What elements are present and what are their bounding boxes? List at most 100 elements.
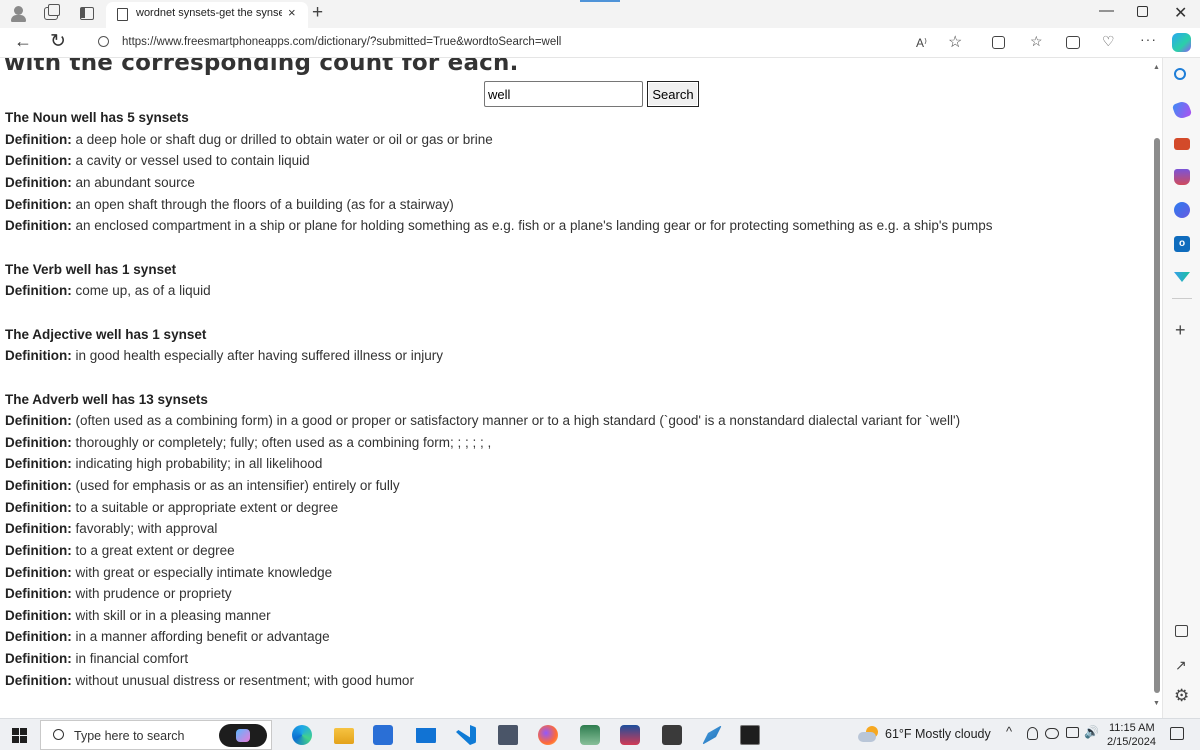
- weather-text[interactable]: 61°F Mostly cloudy: [885, 727, 991, 741]
- firefox-app-icon[interactable]: [538, 725, 558, 745]
- section-title-adverb: The Adverb well has 13 synsets: [5, 392, 208, 407]
- edge-sidebar: o + ↗ ⚙: [1162, 58, 1200, 718]
- edge-app-icon[interactable]: [292, 725, 312, 745]
- definition-label: Definition:: [5, 348, 72, 363]
- mail-app-icon[interactable]: [416, 728, 436, 743]
- page-icon: [117, 8, 128, 21]
- add-favorite-icon[interactable]: ☆: [948, 32, 962, 52]
- definition-line: Definition: with skill or in a pleasing …: [5, 608, 271, 623]
- sidebar-hide-icon[interactable]: [1175, 625, 1188, 637]
- definition-label: Definition:: [5, 543, 72, 558]
- page-scrollbar[interactable]: ▲ ▼: [1152, 58, 1162, 718]
- favorites-icon[interactable]: ☆: [1030, 33, 1043, 50]
- definition-label: Definition:: [5, 478, 72, 493]
- taskbar-search-box[interactable]: Type here to search: [40, 720, 272, 750]
- definition-label: Definition:: [5, 413, 72, 428]
- definition-text: to a great extent or degree: [75, 543, 235, 558]
- sidebar-games-icon[interactable]: [1174, 169, 1190, 185]
- sidebar-microsoft365-icon[interactable]: [1174, 202, 1190, 218]
- definition-line: Definition: to a great extent or degree: [5, 543, 235, 558]
- page-intro-heading: with the corresponding count for each.: [4, 58, 519, 76]
- collections-icon[interactable]: [1066, 36, 1080, 49]
- search-highlight-icon[interactable]: [219, 724, 267, 747]
- weather-partly-cloudy-icon[interactable]: [858, 726, 878, 742]
- definition-label: Definition:: [5, 197, 72, 212]
- definition-text: with skill or in a pleasing manner: [75, 608, 271, 623]
- sidebar-open-external-icon[interactable]: ↗: [1175, 657, 1187, 674]
- search-button[interactable]: Search: [647, 81, 699, 107]
- tab-title: wordnet synsets-get the synsets: [136, 7, 282, 19]
- definition-text: with great or especially intimate knowle…: [75, 565, 333, 580]
- notifications-icon[interactable]: [1170, 727, 1184, 740]
- sidebar-tools-icon[interactable]: [1174, 138, 1190, 150]
- remote-desktop-icon[interactable]: [498, 725, 518, 745]
- clock-time[interactable]: 11:15 AM: [1109, 722, 1155, 734]
- tab-actions-icon[interactable]: [80, 7, 94, 20]
- new-tab-button[interactable]: +: [312, 2, 323, 24]
- sidebar-search-icon[interactable]: [1174, 68, 1186, 80]
- pen-app-icon[interactable]: [702, 725, 722, 745]
- definition-label: Definition:: [5, 651, 72, 666]
- definition-text: an enclosed compartment in a ship or pla…: [75, 218, 993, 233]
- definition-line: Definition: with prudence or propriety: [5, 586, 232, 601]
- definition-text: a cavity or vessel used to contain liqui…: [75, 153, 310, 168]
- definition-line: Definition: with great or especially int…: [5, 565, 332, 580]
- tab-close-icon[interactable]: ×: [288, 5, 296, 20]
- restore-button[interactable]: [1137, 6, 1148, 17]
- address-bar[interactable]: https://www.freesmartphoneapps.com/dicti…: [122, 36, 561, 48]
- sidebar-settings-icon[interactable]: ⚙: [1174, 686, 1189, 706]
- sidebar-add-icon[interactable]: +: [1175, 320, 1186, 341]
- scroll-up-arrow-icon[interactable]: ▲: [1153, 64, 1160, 71]
- refresh-button[interactable]: ↻: [50, 30, 66, 53]
- definition-text: in good health especially after having s…: [75, 348, 443, 363]
- definition-line: Definition: an enclosed compartment in a…: [5, 218, 992, 233]
- taskbar-search-placeholder: Type here to search: [74, 729, 185, 743]
- definition-text: an open shaft through the floors of a bu…: [75, 197, 454, 212]
- clock-date[interactable]: 2/15/2024: [1107, 736, 1156, 748]
- start-button-windows-icon[interactable]: [12, 728, 27, 743]
- minimize-button[interactable]: —: [1099, 2, 1114, 19]
- read-aloud-icon[interactable]: A⁾: [916, 36, 927, 50]
- volume-icon[interactable]: 🔊: [1084, 725, 1099, 739]
- definition-label: Definition:: [5, 283, 72, 298]
- close-window-button[interactable]: ✕: [1174, 3, 1187, 23]
- definition-line: Definition: come up, as of a liquid: [5, 283, 211, 298]
- search-icon: [53, 729, 64, 740]
- tray-app-icon[interactable]: [1027, 727, 1038, 740]
- vscode-app-icon[interactable]: [456, 725, 476, 745]
- taskbar: Type here to search 61°F Mostly cloudy ^…: [0, 718, 1200, 750]
- camera-app-icon[interactable]: [662, 725, 682, 745]
- definition-label: Definition:: [5, 586, 72, 601]
- microsoft-store-icon[interactable]: [373, 725, 393, 745]
- copilot-icon[interactable]: [1172, 33, 1191, 52]
- definition-text: an abundant source: [75, 175, 195, 190]
- search-input[interactable]: [484, 81, 643, 107]
- image-app-icon[interactable]: [620, 725, 640, 745]
- split-screen-icon[interactable]: [992, 36, 1005, 49]
- tray-chevron-icon[interactable]: ^: [1006, 724, 1012, 739]
- sidebar-outlook-icon[interactable]: o: [1174, 236, 1190, 252]
- browser-essentials-icon[interactable]: ♡: [1102, 33, 1115, 50]
- definition-label: Definition:: [5, 608, 72, 623]
- workspaces-icon[interactable]: [44, 4, 60, 20]
- file-explorer-icon[interactable]: [334, 728, 354, 744]
- network-icon[interactable]: [1066, 727, 1079, 738]
- photos-app-icon[interactable]: [580, 725, 600, 745]
- section-title-verb: The Verb well has 1 synset: [5, 262, 177, 277]
- definition-line: Definition: thoroughly or completely; fu…: [5, 435, 491, 450]
- sidebar-divider: [1172, 298, 1192, 299]
- profile-icon[interactable]: [10, 5, 27, 22]
- definition-label: Definition:: [5, 435, 72, 450]
- more-menu-icon[interactable]: ···: [1140, 31, 1157, 47]
- site-info-icon[interactable]: [98, 36, 109, 47]
- sidebar-drop-icon[interactable]: [1174, 272, 1190, 282]
- definition-line: Definition: to a suitable or appropriate…: [5, 500, 338, 515]
- terminal-app-icon[interactable]: [740, 725, 760, 745]
- sidebar-shopping-icon[interactable]: [1171, 99, 1193, 121]
- back-button[interactable]: ←: [14, 31, 32, 52]
- onedrive-cloud-icon[interactable]: [1045, 728, 1059, 739]
- scroll-down-arrow-icon[interactable]: ▼: [1153, 700, 1160, 707]
- scrollbar-thumb[interactable]: [1154, 138, 1160, 693]
- tab-wordnet-synsets[interactable]: wordnet synsets-get the synsets ×: [106, 2, 308, 28]
- tab-strip-accent: [580, 0, 620, 2]
